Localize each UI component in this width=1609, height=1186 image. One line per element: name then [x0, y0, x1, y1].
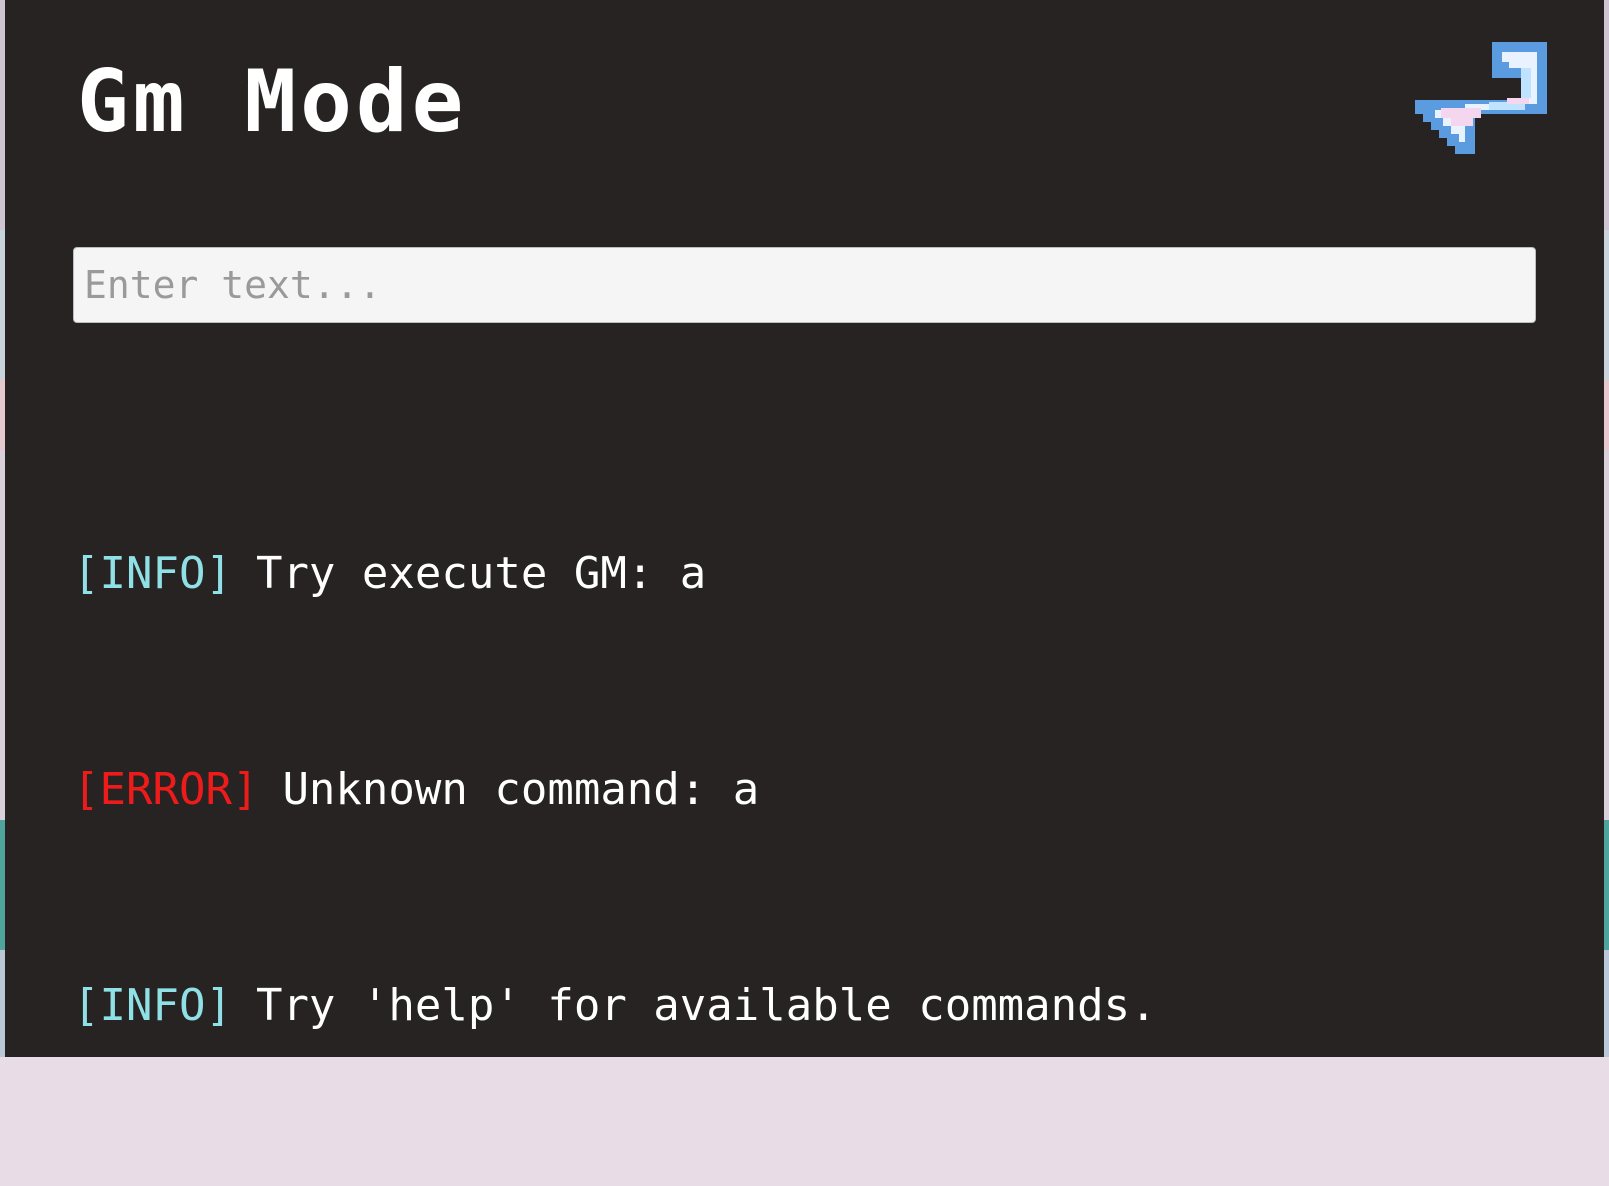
log-message: Try execute GM: a	[255, 548, 707, 599]
log-line: [ERROR] Unknown command: a	[73, 754, 1543, 826]
gm-mode-panel: Gm Mode [INFO] Try execute GM: a [ERROR] U…	[5, 0, 1604, 1057]
console-log: [INFO] Try execute GM: a [ERROR] Unknown c…	[73, 394, 1543, 1186]
log-line: [INFO] Try execute GM: a	[73, 538, 1543, 610]
log-level-info: [INFO]	[73, 980, 232, 1031]
command-input[interactable]	[73, 247, 1536, 323]
log-line: [INFO] Try 'help' for available commands.	[73, 970, 1543, 1042]
back-button[interactable]	[1397, 38, 1557, 160]
log-message: Try 'help' for available commands.	[255, 980, 1157, 1031]
page-title: Gm Mode	[77, 52, 468, 152]
log-level-error: [ERROR]	[73, 764, 259, 815]
back-arrow-icon	[1415, 42, 1547, 154]
log-message: Unknown command: a	[282, 764, 760, 815]
log-level-info: [INFO]	[73, 548, 232, 599]
right-edge-strip	[1604, 0, 1609, 1057]
